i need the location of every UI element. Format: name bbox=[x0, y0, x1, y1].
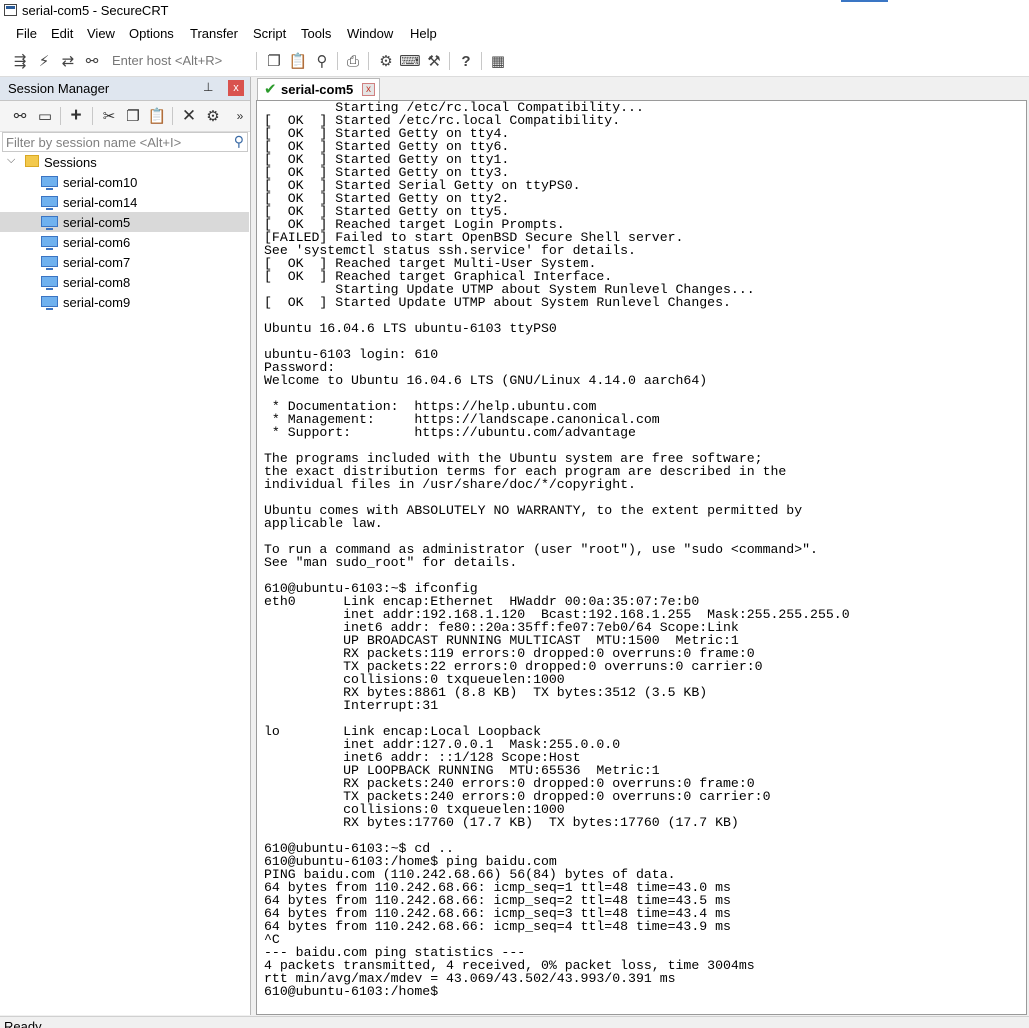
session-label: serial-com14 bbox=[63, 195, 138, 210]
session-label: serial-com8 bbox=[63, 275, 131, 290]
terminal-line: See "man sudo_root" for details. bbox=[264, 555, 518, 570]
menu-tools[interactable]: Tools bbox=[301, 26, 331, 41]
monitor-icon bbox=[41, 276, 58, 290]
toolbar-separator bbox=[256, 52, 257, 70]
terminal-line: Interrupt:31 bbox=[264, 698, 439, 713]
menu-edit[interactable]: Edit bbox=[51, 26, 73, 41]
title-accent bbox=[841, 0, 888, 2]
connected-check-icon: ✔ bbox=[264, 81, 277, 98]
terminal-line: * Support: https://ubuntu.com/advantage bbox=[264, 425, 636, 440]
session-filter-input[interactable] bbox=[3, 133, 229, 151]
menu-script[interactable]: Script bbox=[253, 26, 286, 41]
session-item[interactable]: serial-com6 bbox=[0, 232, 249, 252]
paste-session-icon[interactable]: 📋 bbox=[147, 106, 167, 126]
search-icon[interactable]: ⚲ bbox=[234, 133, 244, 150]
menu-help[interactable]: Help bbox=[410, 26, 437, 41]
tab-label: serial-com5 bbox=[281, 82, 354, 97]
menu-bar: File Edit View Options Transfer Script T… bbox=[0, 22, 1029, 46]
monitor-icon bbox=[41, 296, 58, 310]
pin-icon[interactable]: ⊥ bbox=[203, 80, 213, 94]
title-bar: serial-com5 - SecureCRT bbox=[0, 0, 1029, 22]
menu-view[interactable]: View bbox=[87, 26, 115, 41]
connect-icon[interactable]: ⇶ bbox=[10, 51, 30, 71]
menu-options[interactable]: Options bbox=[129, 26, 174, 41]
keymap-icon[interactable]: ⌨ bbox=[399, 51, 421, 71]
cut-icon[interactable]: ✂ bbox=[99, 106, 119, 126]
chevron-down-icon[interactable]: ⌵ bbox=[7, 154, 15, 167]
main-toolbar: ⇶ ⚡ ⇄ ⚯ Enter host <Alt+R> ❐ 📋 ⚲ ⎙ ⚙ ⌨ ⚒… bbox=[0, 46, 1029, 77]
terminal-line: [ OK ] Started Update UTMP about System … bbox=[264, 295, 731, 310]
tab-window-icon[interactable]: ▭ bbox=[35, 106, 55, 126]
reconnect-icon[interactable]: ⇄ bbox=[58, 51, 78, 71]
properties-icon[interactable]: ⚙ bbox=[203, 106, 223, 126]
find-icon[interactable]: ⚲ bbox=[312, 51, 332, 71]
session-item[interactable]: serial-com8 bbox=[0, 272, 249, 292]
terminal-line: Ubuntu 16.04.6 LTS ubuntu-6103 ttyPS0 bbox=[264, 321, 557, 336]
session-label: serial-com6 bbox=[63, 235, 131, 250]
tab-close-button[interactable]: x bbox=[362, 83, 375, 96]
quick-connect-icon[interactable]: ⚡ bbox=[34, 51, 54, 71]
disconnect-icon[interactable]: ⚯ bbox=[82, 51, 102, 71]
toolbar-separator bbox=[368, 52, 369, 70]
session-label: serial-com7 bbox=[63, 255, 131, 270]
toolbar-separator bbox=[337, 52, 338, 70]
session-options-icon[interactable]: ⚙ bbox=[376, 51, 396, 71]
copy-icon[interactable]: ❐ bbox=[264, 51, 284, 71]
monitor-icon bbox=[41, 256, 58, 270]
session-label: serial-com9 bbox=[63, 295, 131, 310]
link-icon[interactable]: ⚯ bbox=[10, 106, 30, 126]
session-label: serial-com10 bbox=[63, 175, 138, 190]
sessions-folder[interactable]: ⌵ Sessions bbox=[0, 152, 249, 172]
terminal-output[interactable]: Starting /etc/rc.local Compatibility... … bbox=[264, 101, 850, 998]
terminal-line: applicable law. bbox=[264, 516, 383, 531]
session-item[interactable]: serial-com10 bbox=[0, 172, 249, 192]
session-manager-toolbar: ⚯ ▭ + ✂ ❐ 📋 ✕ ⚙ » bbox=[0, 101, 250, 132]
toolbar-separator bbox=[481, 52, 482, 70]
help-icon[interactable]: ? bbox=[456, 51, 476, 71]
session-label: serial-com5 bbox=[63, 215, 131, 230]
toolbar-separator bbox=[60, 107, 61, 125]
monitor-icon bbox=[41, 176, 58, 190]
session-item[interactable]: serial-com9 bbox=[0, 292, 249, 312]
session-manager-title: Session Manager bbox=[8, 81, 110, 96]
app-icon bbox=[4, 4, 17, 16]
menu-window[interactable]: Window bbox=[347, 26, 393, 41]
monitor-icon bbox=[41, 196, 58, 210]
session-item[interactable]: serial-com14 bbox=[0, 192, 249, 212]
session-manager-header: Session Manager ⊥ x bbox=[0, 77, 250, 101]
toolbar-separator bbox=[92, 107, 93, 125]
toolbar-separator bbox=[449, 52, 450, 70]
folder-icon bbox=[25, 155, 39, 167]
terminal-view[interactable]: Starting /etc/rc.local Compatibility... … bbox=[256, 100, 1027, 1015]
terminal-line: RX bytes:17760 (17.7 KB) TX bytes:17760 … bbox=[264, 815, 739, 830]
terminal-line: Welcome to Ubuntu 16.04.6 LTS (GNU/Linux… bbox=[264, 373, 708, 388]
session-item[interactable]: serial-com7 bbox=[0, 252, 249, 272]
session-item-selected[interactable]: serial-com5 bbox=[0, 212, 249, 232]
monitor-icon bbox=[41, 236, 58, 250]
session-manager-panel: Session Manager ⊥ x ⚯ ▭ + ✂ ❐ 📋 ✕ ⚙ » ⚲ … bbox=[0, 77, 251, 1015]
tab-serial-com5[interactable]: ✔ serial-com5 x bbox=[257, 78, 380, 100]
terminal-line: 610@ubuntu-6103:/home$ bbox=[264, 984, 447, 999]
paste-icon[interactable]: 📋 bbox=[288, 51, 308, 71]
status-bar: Ready bbox=[0, 1016, 1029, 1028]
host-input-placeholder[interactable]: Enter host <Alt+R> bbox=[112, 53, 222, 68]
session-filter-field[interactable]: ⚲ bbox=[2, 132, 248, 152]
screenshot-icon[interactable]: ▦ bbox=[488, 51, 508, 71]
toolbar-separator bbox=[172, 107, 173, 125]
window-title: serial-com5 - SecureCRT bbox=[22, 3, 169, 18]
menu-file[interactable]: File bbox=[16, 26, 37, 41]
monitor-icon bbox=[41, 216, 58, 230]
folder-label: Sessions bbox=[44, 155, 97, 170]
session-tab-bar: ✔ serial-com5 x bbox=[252, 77, 1029, 100]
overflow-chevron-icon[interactable]: » bbox=[230, 106, 250, 126]
terminal-line: 64 bytes from 110.242.68.66: icmp_seq=4 … bbox=[264, 919, 731, 934]
session-manager-close-button[interactable]: x bbox=[228, 80, 244, 96]
menu-transfer[interactable]: Transfer bbox=[190, 26, 238, 41]
sftp-icon[interactable]: ⚒ bbox=[424, 51, 444, 71]
delete-icon[interactable]: ✕ bbox=[179, 106, 199, 126]
terminal-line: individual files in /usr/share/doc/*/cop… bbox=[264, 477, 636, 492]
add-session-icon[interactable]: + bbox=[66, 105, 86, 126]
copy-session-icon[interactable]: ❐ bbox=[123, 106, 143, 126]
print-icon[interactable]: ⎙ bbox=[343, 51, 363, 71]
